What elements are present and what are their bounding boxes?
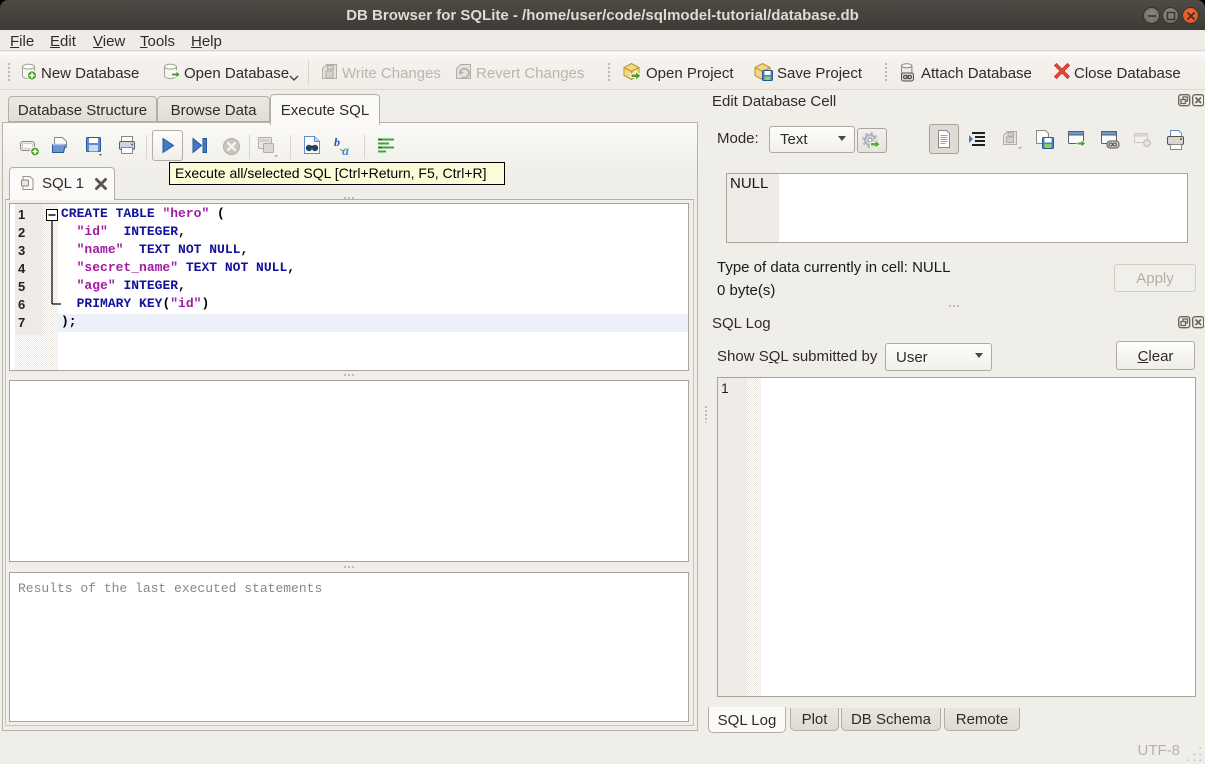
svg-text:b: b <box>334 136 340 149</box>
